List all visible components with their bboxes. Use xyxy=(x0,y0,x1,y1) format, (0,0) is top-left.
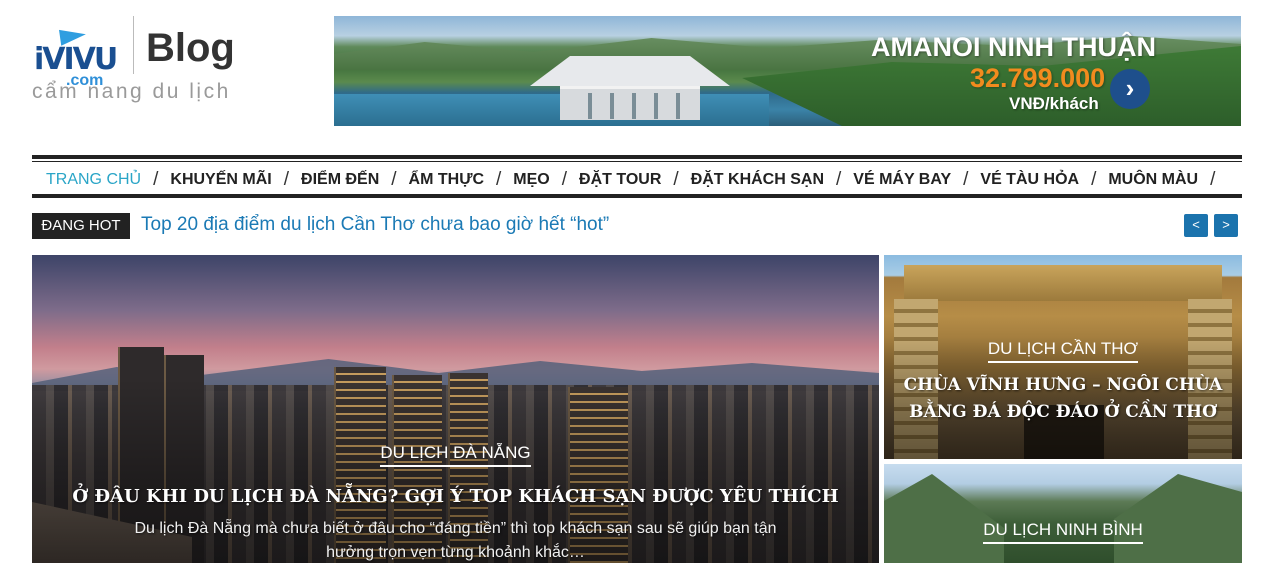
post-excerpt: Du lịch Đà Nẵng mà chưa biết ở đâu cho “… xyxy=(134,520,777,561)
ivivu-logo: iVIVU .com xyxy=(32,26,124,89)
featured-post-side-1[interactable]: DU LỊCH CẦN THƠ CHÙA VĨNH HƯNG – NGÔI CH… xyxy=(884,255,1242,459)
banner-title: AMANOI NINH THUẬN xyxy=(871,32,1156,62)
hot-headline-link[interactable]: Top 20 địa điểm du lịch Cần Thơ chưa bao… xyxy=(141,214,609,236)
chevron-right-icon[interactable]: › xyxy=(1110,69,1150,109)
photo-karst xyxy=(1114,474,1242,563)
post-title[interactable]: CHÙA VĨNH HƯNG – NGÔI CHÙA BẰNG ĐÁ ĐỘC Đ… xyxy=(884,372,1242,426)
nav-item-trains[interactable]: VÉ TÀU HỎA xyxy=(973,171,1086,189)
post-category-link[interactable]: DU LỊCH NINH BÌNH xyxy=(884,520,1242,544)
promo-banner[interactable]: AMANOI NINH THUẬN 32.799.000 VNĐ/khách › xyxy=(334,16,1241,126)
post-category-label[interactable]: DU LỊCH ĐÀ NẴNG xyxy=(380,443,531,467)
nav-item-home[interactable]: TRANG CHỦ xyxy=(32,171,148,189)
logo-tagline: cẩm nang du lịch xyxy=(32,80,231,103)
post-category-label[interactable]: DU LỊCH CẦN THƠ xyxy=(987,339,1139,363)
main-nav: TRANG CHỦ / KHUYẾN MÃI / ĐIỂM ĐẾN / ẨM T… xyxy=(32,155,1242,198)
featured-post-main[interactable]: DU LỊCH ĐÀ NẴNG Ở ĐÂU KHI DU LỊCH ĐÀ NẴN… xyxy=(32,255,879,563)
hot-badge: ĐANG HOT xyxy=(32,213,130,239)
banner-price: 32.799.000 xyxy=(970,63,1106,93)
nav-separator: / xyxy=(391,169,397,190)
nav-separator: / xyxy=(496,169,502,190)
ticker-prev-button[interactable]: < xyxy=(1184,214,1208,237)
nav-separator: / xyxy=(283,169,290,190)
nav-item-book-hotel[interactable]: ĐẶT KHÁCH SẠN xyxy=(684,171,831,189)
ticker-next-button[interactable]: > xyxy=(1214,214,1238,237)
nav-item-promotions[interactable]: KHUYẾN MÃI xyxy=(163,171,278,189)
post-category-link[interactable]: DU LỊCH CẦN THƠ xyxy=(884,339,1242,363)
nav-item-misc[interactable]: MUÔN MÀU xyxy=(1101,171,1205,189)
nav-item-flights[interactable]: VÉ MÁY BAY xyxy=(846,171,958,189)
nav-separator: / xyxy=(561,169,568,190)
nav-item-tips[interactable]: MẸO xyxy=(506,171,556,189)
post-category-link[interactable]: DU LỊCH ĐÀ NẴNG xyxy=(32,443,879,467)
nav-separator: / xyxy=(153,169,159,190)
banner-price-unit: VNĐ/khách xyxy=(1009,94,1099,113)
logo-divider xyxy=(133,16,134,74)
nav-separator: / xyxy=(1210,169,1216,190)
featured-post-side-2[interactable]: DU LỊCH NINH BÌNH xyxy=(884,464,1242,563)
photo-karst xyxy=(884,474,1004,563)
post-category-label[interactable]: DU LỊCH NINH BÌNH xyxy=(983,520,1143,544)
site-logo[interactable]: iVIVU .com Blog cẩm nang du lịch xyxy=(32,14,252,106)
logo-blog-label: Blog xyxy=(146,26,235,70)
nav-separator: / xyxy=(836,169,842,190)
nav-item-food[interactable]: ẨM THỰC xyxy=(402,171,491,189)
banner-lake xyxy=(334,94,770,126)
nav-separator: / xyxy=(963,169,969,190)
nav-separator: / xyxy=(673,169,679,190)
nav-separator: / xyxy=(1091,169,1097,190)
nav-list: TRANG CHỦ / KHUYẾN MÃI / ĐIỂM ĐẾN / ẨM T… xyxy=(32,165,1220,195)
post-title[interactable]: Ở ĐÂU KHI DU LỊCH ĐÀ NẴNG? GỢI Ý TOP KHÁ… xyxy=(32,483,879,510)
nav-item-destinations[interactable]: ĐIỂM ĐẾN xyxy=(294,171,386,189)
photo-temple-gate xyxy=(904,265,1222,301)
banner-pavilion xyxy=(560,86,700,120)
nav-item-book-tour[interactable]: ĐẶT TOUR xyxy=(572,171,668,189)
